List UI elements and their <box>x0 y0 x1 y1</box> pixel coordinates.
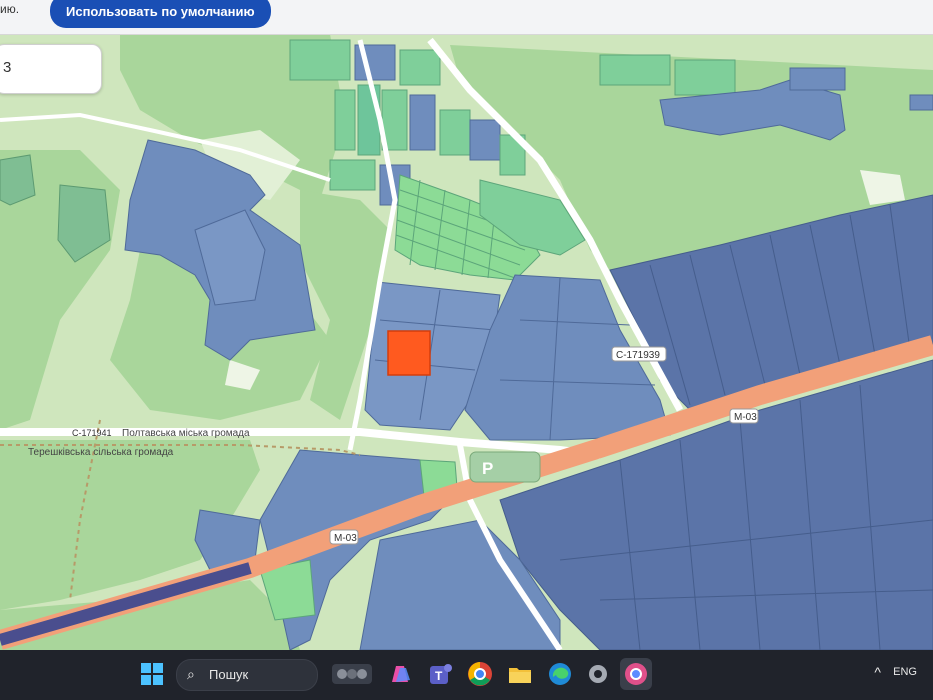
edge-icon[interactable] <box>544 658 576 690</box>
language-indicator[interactable]: ENG <box>893 666 917 678</box>
chrome-profile-icon[interactable] <box>620 658 652 690</box>
label-m03-east: M-03 <box>729 408 759 424</box>
highlighted-parcel <box>387 330 431 376</box>
teams-icon[interactable]: T <box>424 658 456 690</box>
svg-text:M-03: M-03 <box>734 412 757 423</box>
parcel-green-far-west <box>0 154 36 206</box>
label-tereshky-community: Терешківська сільська громада <box>28 447 174 458</box>
search-icon: ⌕ <box>187 666 195 682</box>
taskbar-search-label: Пошук <box>209 667 249 682</box>
settings-icon[interactable] <box>582 658 614 690</box>
copilot-icon[interactable] <box>384 658 416 690</box>
label-m03-west: M-03 <box>329 529 359 545</box>
use-default-button[interactable]: Использовать по умолчанию <box>50 0 271 28</box>
svg-text:T: T <box>435 669 443 683</box>
taskbar-search[interactable]: ⌕ Пошук <box>176 659 318 691</box>
file-explorer-icon[interactable] <box>504 658 536 690</box>
windows-start-icon[interactable] <box>136 658 168 690</box>
infobar-text: ию. <box>0 2 20 16</box>
label-c171941: C-171941 <box>72 428 112 438</box>
screen: P C-171939 M-03 M-03 C-171941 Полтавська… <box>0 0 933 700</box>
browser-infobar: ию. Использовать по умолчанию <box>0 0 933 35</box>
map-search-box[interactable]: 3 <box>0 44 102 94</box>
label-c171939: C-171939 <box>611 346 667 362</box>
chrome-icon[interactable] <box>464 658 496 690</box>
taskbar: ⌕ Пошук T ^ ENG <box>0 650 933 700</box>
parking-area <box>469 451 541 483</box>
search-box-value: 3 <box>3 59 12 76</box>
tray-chevron-icon[interactable]: ^ <box>874 664 881 680</box>
parking-label: P <box>482 459 493 478</box>
svg-text:C-171939: C-171939 <box>616 350 660 361</box>
cadastral-map[interactable]: P C-171939 M-03 M-03 C-171941 Полтавська… <box>0 34 933 650</box>
svg-text:M-03: M-03 <box>334 533 357 544</box>
label-poltava-community: Полтавська міська громада <box>122 428 250 439</box>
media-icon[interactable] <box>330 658 374 690</box>
